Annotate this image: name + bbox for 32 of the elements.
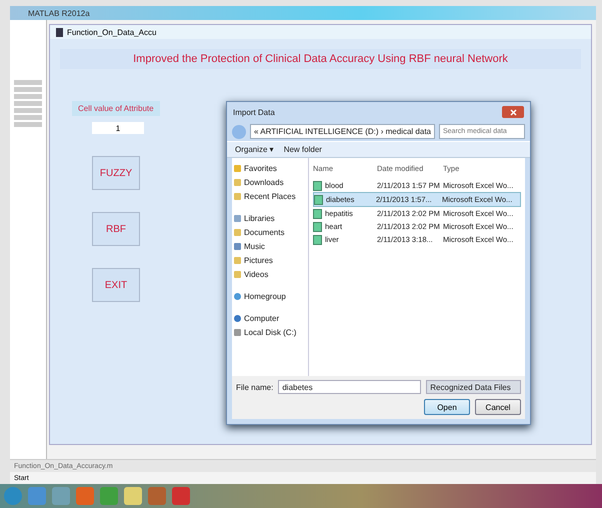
window-title: MATLAB R2012a [10,6,596,20]
value-field[interactable]: 1 [92,122,144,134]
nav-item[interactable]: Libraries [244,214,275,222]
nav-item[interactable]: Favorites [244,164,277,172]
app-heading: Improved the Protection of Clinical Data Accuracy Using RBF neural Network [60,49,581,69]
dialog-button[interactable]: Cancel [475,399,521,415]
figure-icon [56,28,63,36]
nav-item[interactable]: Recent Places [244,192,296,200]
figure-title: Function_On_Data_Accu [67,28,156,36]
address-bar[interactable]: « ARTIFICIAL INTELLIGENCE (D:) › medical data [250,124,435,139]
nav-item[interactable]: Computer [244,314,280,322]
nav-item[interactable]: Local Disk (C:) [244,328,296,336]
nav-item[interactable]: Videos [244,270,268,278]
close-button[interactable] [502,106,524,118]
start-orb-icon[interactable] [4,487,22,505]
nav-item[interactable]: Pictures [244,256,273,264]
toolbar-button[interactable]: Organize ▾ [235,145,274,154]
action-button[interactable]: EXIT [92,268,140,302]
file-name-label: File name: [236,382,274,392]
file-type-dropdown[interactable]: Recognized Data Files [426,380,521,394]
nav-item[interactable]: Documents [244,228,284,236]
nav-item[interactable]: Homegroup [244,292,286,300]
close-icon [510,108,516,116]
toolbar-button[interactable]: New folder [284,145,322,154]
file-name-field[interactable]: diabetes [278,380,422,394]
action-button[interactable]: RBF [92,212,140,246]
action-button[interactable]: FUZZY [92,156,140,190]
nav-item[interactable]: Music [244,242,265,250]
nav-item[interactable]: Downloads [244,178,284,186]
dialog-button[interactable]: Open [424,399,470,415]
field-label: Cell value of Attribute [72,101,160,116]
dialog-title: Import Data [233,108,275,116]
